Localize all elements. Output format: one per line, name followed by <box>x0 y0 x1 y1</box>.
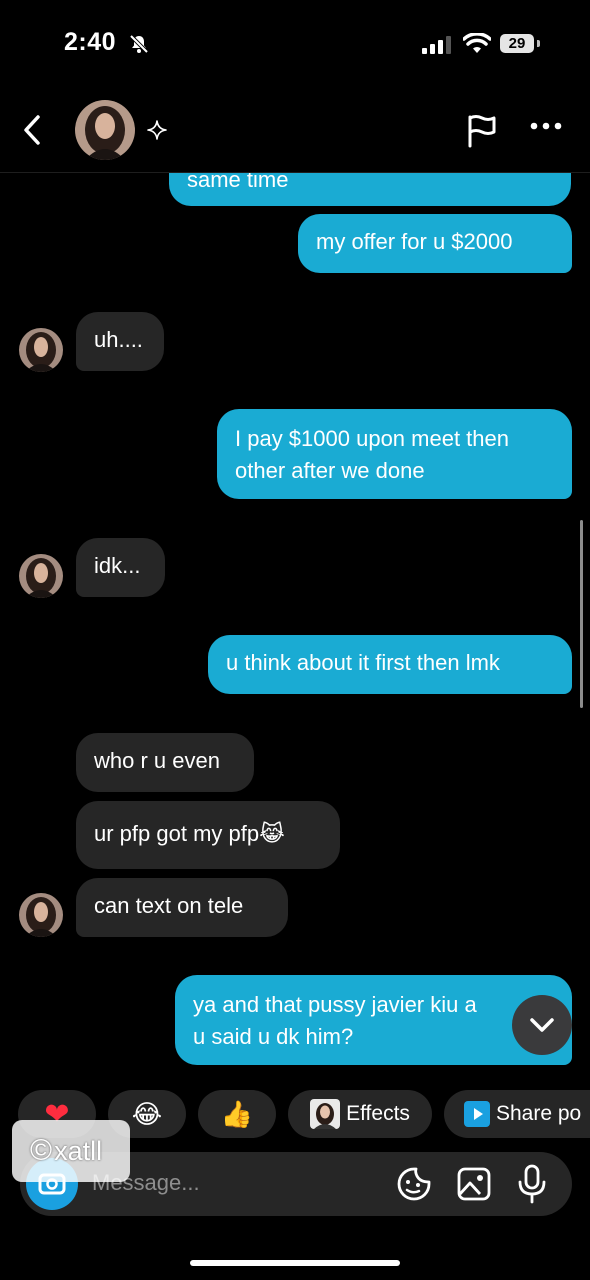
incoming-message[interactable]: who r u even <box>76 733 254 792</box>
message-text: u think about it first then lmk <box>226 650 500 675</box>
message-text: my offer for u $2000 <box>316 229 513 254</box>
chevron-down-icon <box>530 1018 554 1032</box>
message-text: ur pfp got my pfp <box>94 821 260 846</box>
incoming-message[interactable]: uh.... <box>76 312 164 371</box>
wifi-icon <box>463 33 491 53</box>
incoming-message[interactable]: ur pfp got my pfp😹 <box>76 801 340 869</box>
report-flag-button[interactable] <box>466 114 498 148</box>
effects-label: Effects <box>346 1102 410 1125</box>
microphone-icon[interactable] <box>516 1164 548 1204</box>
contact-avatar[interactable] <box>75 100 135 160</box>
message-text: who r u even <box>94 748 220 773</box>
status-bar: 2:40 29 <box>0 0 590 90</box>
thumbs-up-reaction-button[interactable]: 👍 <box>198 1090 276 1138</box>
share-icon <box>464 1101 490 1127</box>
share-label: Share po <box>496 1102 582 1125</box>
message-text-line2: other after we done <box>235 458 425 483</box>
scroll-to-bottom-button[interactable] <box>512 995 572 1055</box>
laughing-emoji-icon: 😂 <box>131 1098 163 1129</box>
message-text-line2: u said u dk him? <box>193 1024 354 1049</box>
cat-laughing-emoji: 😹 <box>259 821 285 846</box>
sticker-icon[interactable] <box>396 1166 432 1202</box>
home-indicator <box>190 1260 400 1266</box>
watermark-text: xatll <box>54 1135 103 1166</box>
battery-tip <box>537 40 540 47</box>
outgoing-message[interactable]: u think about it first then lmk <box>208 635 572 694</box>
sparkle-icon[interactable] <box>147 120 167 140</box>
bell-off-icon <box>129 34 149 54</box>
share-post-button[interactable]: Share po <box>444 1090 590 1138</box>
signal-icon <box>422 36 451 54</box>
outgoing-message[interactable]: my offer for u $2000 <box>298 214 572 273</box>
more-options-icon[interactable] <box>530 122 562 130</box>
thumbs-up-icon: 👍 <box>220 1098 254 1129</box>
scrollbar[interactable] <box>580 520 583 708</box>
message-text: ya and that pussy javier kiu a <box>193 992 477 1017</box>
status-time: 2:40 <box>64 28 117 56</box>
message-text: can text on tele <box>94 893 244 918</box>
effects-button[interactable]: Effects <box>288 1090 432 1138</box>
outgoing-message[interactable]: I pay $1000 upon meet then other after w… <box>217 409 572 499</box>
contact-avatar-small[interactable] <box>19 554 63 598</box>
gallery-icon[interactable] <box>456 1166 492 1202</box>
battery-level: 29 <box>500 34 534 53</box>
back-button[interactable] <box>20 114 46 146</box>
contact-avatar-small[interactable] <box>19 328 63 372</box>
message-text: I pay $1000 upon meet then <box>235 426 509 451</box>
incoming-message[interactable]: idk... <box>76 538 165 597</box>
watermark: © xatll <box>12 1120 130 1182</box>
message-text: idk... <box>94 553 141 578</box>
incoming-message[interactable]: can text on tele <box>76 878 288 937</box>
chat-header <box>0 90 590 173</box>
message-text: uh.... <box>94 327 143 352</box>
copyright-icon: © <box>30 1134 53 1167</box>
effects-icon <box>310 1099 341 1129</box>
contact-avatar-small[interactable] <box>19 893 63 937</box>
